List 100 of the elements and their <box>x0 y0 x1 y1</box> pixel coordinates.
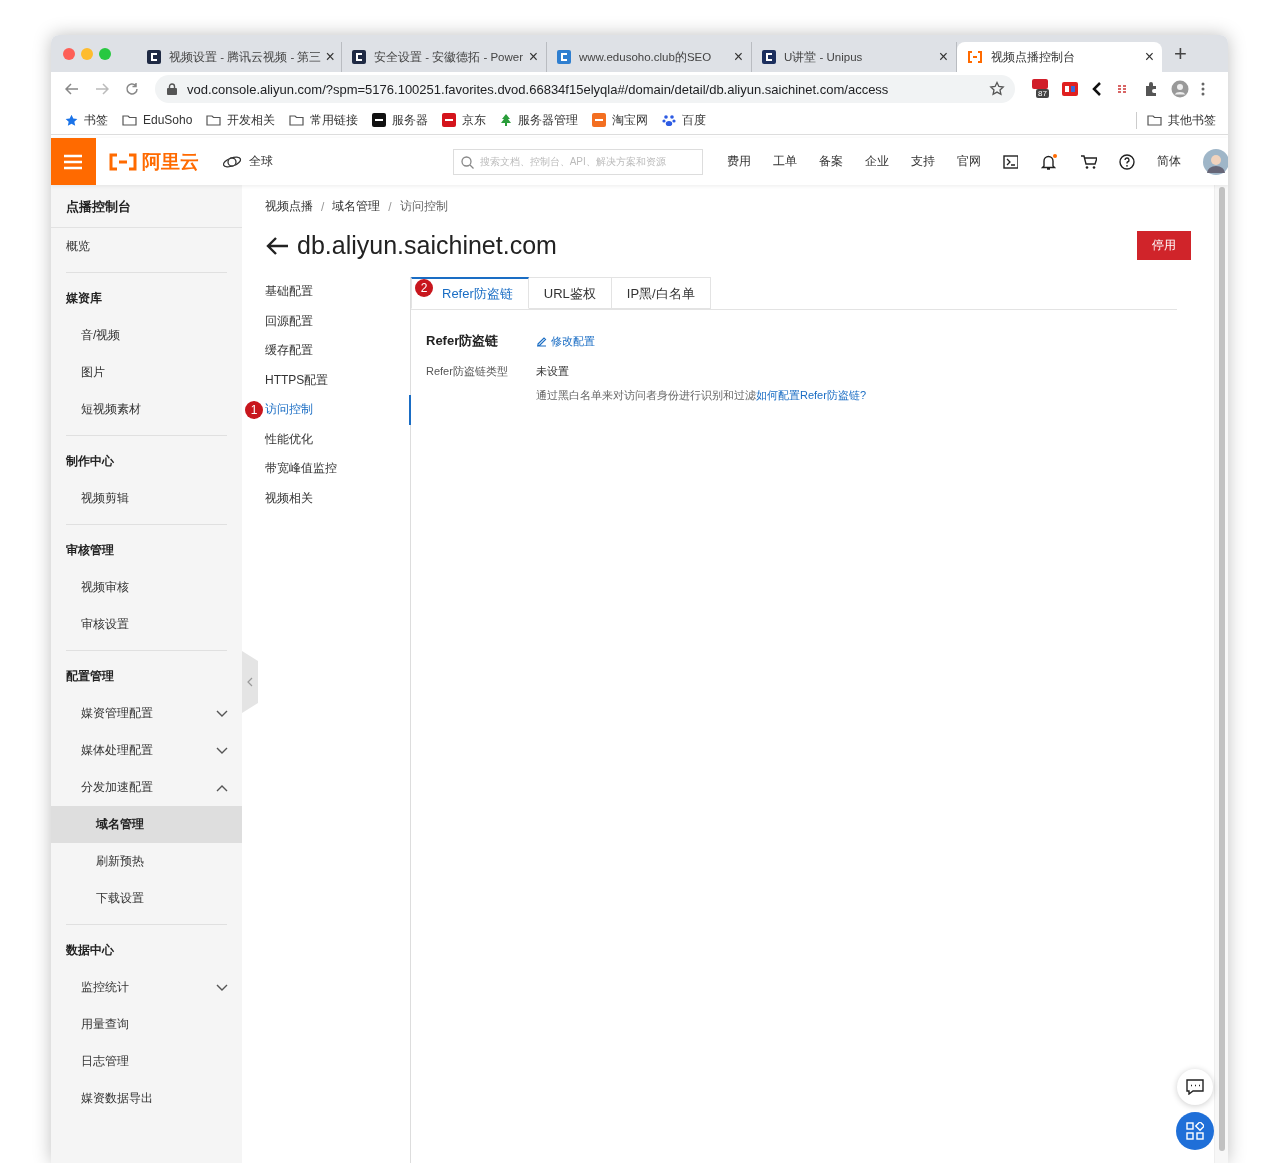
sidebar-item[interactable]: 日志管理 <box>51 1043 242 1080</box>
site-icon <box>147 50 161 64</box>
field-value: 未设置 <box>536 364 570 379</box>
back-icon[interactable] <box>65 83 79 95</box>
chevron-icon <box>216 709 228 718</box>
logo-icon[interactable] <box>107 152 138 171</box>
cart-icon[interactable] <box>1079 153 1098 170</box>
sidebar-item[interactable]: 图片 <box>51 354 242 391</box>
help-link[interactable]: 如何配置Refer防盗链? <box>756 389 867 401</box>
close-tab-button[interactable]: × <box>729 48 743 66</box>
config-nav-item[interactable]: 性能优化 <box>265 424 411 454</box>
bookmark[interactable]: 百度 <box>662 111 707 129</box>
sidebar-item[interactable]: 媒资管理配置 <box>51 695 242 732</box>
language-link[interactable]: 简体 <box>1156 153 1181 170</box>
help-icon[interactable] <box>1119 153 1135 170</box>
browser-tab[interactable]: 视频点播控制台 × <box>957 42 1162 72</box>
pencil-icon <box>536 335 547 347</box>
back-arrow-icon[interactable] <box>265 235 289 256</box>
config-nav-item[interactable]: 回源配置 <box>265 306 411 336</box>
chevron-icon <box>216 983 228 992</box>
edit-config-link[interactable]: 修改配置 <box>536 333 595 349</box>
breadcrumb-link[interactable]: 视频点播 <box>265 198 313 215</box>
bookmark-label: 服务器 <box>392 111 429 129</box>
paw-icon <box>662 113 677 127</box>
config-nav-item[interactable]: 视频相关 <box>265 483 411 513</box>
sidebar-item[interactable]: 刷新预热 <box>51 843 242 880</box>
tab[interactable]: URL鉴权 <box>528 277 612 309</box>
bookmark[interactable]: 书签 <box>65 111 108 129</box>
avatar[interactable] <box>1202 148 1228 175</box>
sidebar-item[interactable]: 审核设置 <box>51 606 242 643</box>
sidebar-item[interactable]: 下载设置 <box>51 880 242 917</box>
close-tab-button[interactable]: × <box>524 48 538 66</box>
bracket-logo-icon <box>967 51 983 63</box>
extension-icon[interactable] <box>1061 80 1079 98</box>
sidebar-item[interactable]: 媒资数据导出 <box>51 1080 242 1117</box>
disable-button[interactable]: 停用 <box>1137 231 1191 260</box>
other-bookmarks[interactable]: 其他书签 <box>1136 111 1216 129</box>
reload-icon[interactable] <box>125 82 139 96</box>
bookmark[interactable]: 服务器 <box>372 111 429 129</box>
sidebar-item[interactable]: 短视频素材 <box>51 391 242 428</box>
nav-link[interactable]: 工单 <box>772 153 797 170</box>
terminal-icon[interactable] <box>1002 154 1019 169</box>
region-selector[interactable]: 全球 <box>220 153 273 170</box>
sidebar-heading: 配置管理 <box>65 668 115 685</box>
chat-icon <box>1186 1079 1204 1095</box>
browser-tab[interactable]: 视频设置 - 腾讯云视频 - 第三 × <box>137 42 342 72</box>
sidebar-item[interactable]: 域名管理 <box>51 806 242 843</box>
nav-link[interactable]: 备案 <box>818 153 843 170</box>
chevron-left-icon[interactable] <box>1091 81 1103 97</box>
sidebar-item[interactable]: 监控统计 <box>51 969 242 1006</box>
notification-bell-icon[interactable] <box>1040 152 1058 171</box>
apps-button[interactable] <box>1176 1112 1214 1150</box>
address-bar[interactable]: vod.console.aliyun.com/?spm=5176.100251.favorites.dvod.66834f15elyqla#/domain/detail/db.aliyun.saichinet.com/access <box>155 75 1015 103</box>
nav-link[interactable]: 官网 <box>956 153 981 170</box>
bookmark[interactable]: 服务器管理 <box>500 111 579 129</box>
menu-button[interactable] <box>51 138 96 185</box>
profile-icon[interactable] <box>1171 80 1189 98</box>
sidebar-item[interactable]: 概览 <box>51 228 242 265</box>
browser-tab[interactable]: www.edusoho.club的SEO × <box>547 42 752 72</box>
new-tab-button[interactable]: + <box>1174 40 1187 67</box>
tab[interactable]: IP黑/白名单 <box>611 277 711 309</box>
sidebar-item[interactable]: 分发加速配置 <box>51 769 242 806</box>
bookmark[interactable]: 淘宝网 <box>592 111 649 129</box>
browser-tab[interactable]: 安全设置 - 安徽德拓 - Power × <box>342 42 547 72</box>
tab[interactable]: 2 Refer防盗链 <box>411 277 529 309</box>
bookmark-star-icon[interactable] <box>989 81 1005 97</box>
star-icon <box>65 113 78 127</box>
nav-link[interactable]: 费用 <box>726 153 751 170</box>
config-nav-item[interactable]: HTTPS配置 <box>265 365 411 395</box>
scrollbar-thumb[interactable] <box>1218 187 1225 1151</box>
bookmark[interactable]: EduSoho <box>122 113 193 127</box>
config-nav-item[interactable]: 带宽峰值监控 <box>265 454 411 484</box>
breadcrumb-link[interactable]: 域名管理 <box>332 198 381 215</box>
bookmark-label: 淘宝网 <box>612 111 649 129</box>
tab-title: U讲堂 - Unipus <box>784 49 863 65</box>
config-nav-item[interactable]: 基础配置 <box>265 277 411 307</box>
close-tab-button[interactable]: × <box>321 48 335 66</box>
sidebar-item[interactable]: 视频审核 <box>51 569 242 606</box>
sidebar-item[interactable]: 音/视频 <box>51 317 242 354</box>
sidebar-item[interactable]: 视频剪辑 <box>51 480 242 517</box>
sidebar-item[interactable]: 用量查询 <box>51 1006 242 1043</box>
collapse-handle[interactable] <box>242 651 258 713</box>
puzzle-icon[interactable] <box>1143 81 1159 97</box>
close-tab-button[interactable]: × <box>934 48 948 66</box>
more-icon[interactable] <box>1201 81 1205 97</box>
site-icon <box>762 50 776 64</box>
tab-title: 安全设置 - 安徽德拓 - Power <box>374 49 524 65</box>
close-tab-button[interactable]: × <box>1140 48 1154 66</box>
config-nav-item[interactable]: 缓存配置 <box>265 336 411 366</box>
extension-icon[interactable] <box>1031 79 1049 89</box>
bookmark[interactable]: 常用链接 <box>289 111 359 129</box>
bookmark-label: 书签 <box>84 111 108 129</box>
sidebar-item[interactable]: 媒体处理配置 <box>51 732 242 769</box>
browser-tab[interactable]: U讲堂 - Unipus × <box>752 42 957 72</box>
nav-link[interactable]: 企业 <box>864 153 889 170</box>
bookmark[interactable]: 开发相关 <box>206 111 276 129</box>
chat-button[interactable] <box>1177 1069 1213 1105</box>
bookmark[interactable]: 京东 <box>442 111 487 129</box>
nav-link[interactable]: 支持 <box>910 153 935 170</box>
extension-badge: 87 <box>1036 89 1049 98</box>
